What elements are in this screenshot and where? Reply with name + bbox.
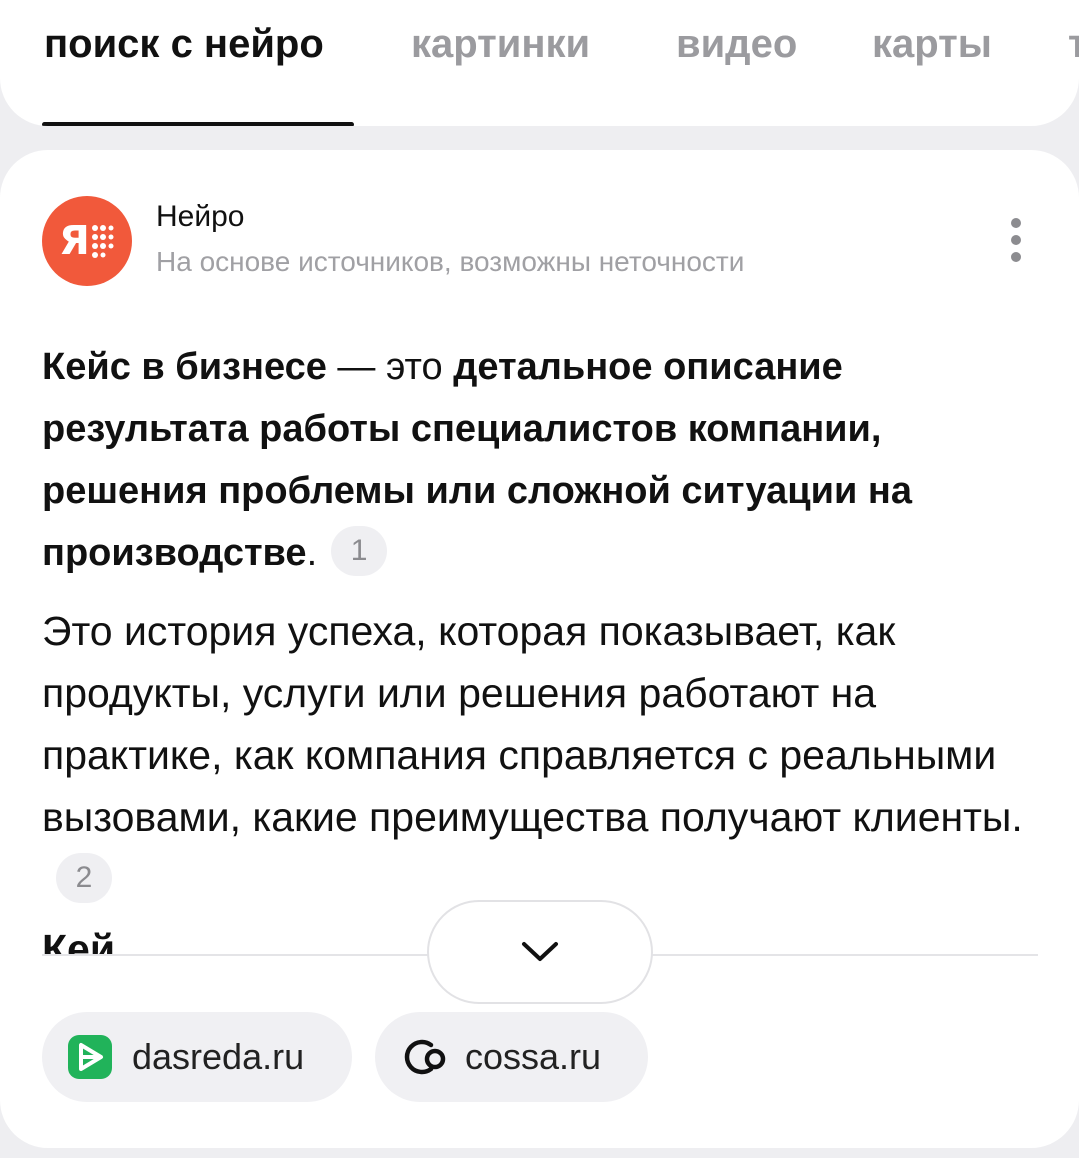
svg-text:Я: Я: [59, 218, 90, 264]
tab-maps[interactable]: карты: [872, 22, 992, 66]
source-chip-dasreda[interactable]: dasreda.ru: [42, 1012, 352, 1102]
expand-answer-button[interactable]: [427, 900, 653, 1004]
source-chip-label: dasreda.ru: [132, 1036, 305, 1077]
search-tabs-bar: поиск с нейро картинки видео карты т: [0, 0, 1079, 126]
tab-images[interactable]: картинки: [411, 22, 590, 66]
source-chip-label: cossa.ru: [465, 1036, 602, 1077]
active-tab-indicator: [42, 122, 354, 126]
reference-badge-1[interactable]: 1: [331, 525, 388, 576]
source-chip-cossa[interactable]: cossa.ru: [375, 1012, 648, 1102]
reference-badge-2[interactable]: 2: [56, 853, 112, 904]
answer-term: Кейс в бизнесе: [42, 346, 327, 388]
neuro-answer-card: Я Нейро На основе источников, возможны н…: [0, 150, 1079, 1148]
answer-connector: — это: [326, 346, 454, 388]
answer-end: .: [306, 532, 318, 574]
source-name: Нейро: [156, 200, 245, 233]
more-options-icon[interactable]: [996, 212, 1036, 268]
dasreda-icon: [68, 1035, 112, 1079]
cossa-icon: [404, 1039, 446, 1075]
tab-more-truncated[interactable]: т: [1068, 22, 1079, 66]
answer-paragraph-text: Это история успеха, которая показывает, …: [42, 608, 1023, 840]
answer-definition: Кейс в бизнесе — это детальное описание …: [42, 336, 1042, 584]
answer-paragraph: Это история успеха, которая показывает, …: [42, 600, 1042, 910]
tab-video[interactable]: видео: [676, 22, 797, 66]
tab-neuro-search[interactable]: поиск с нейро: [44, 22, 324, 66]
neuro-logo-icon: Я: [42, 196, 132, 286]
source-disclaimer: На основе источников, возможны неточност…: [156, 246, 745, 277]
chevron-down-icon: [522, 942, 558, 961]
